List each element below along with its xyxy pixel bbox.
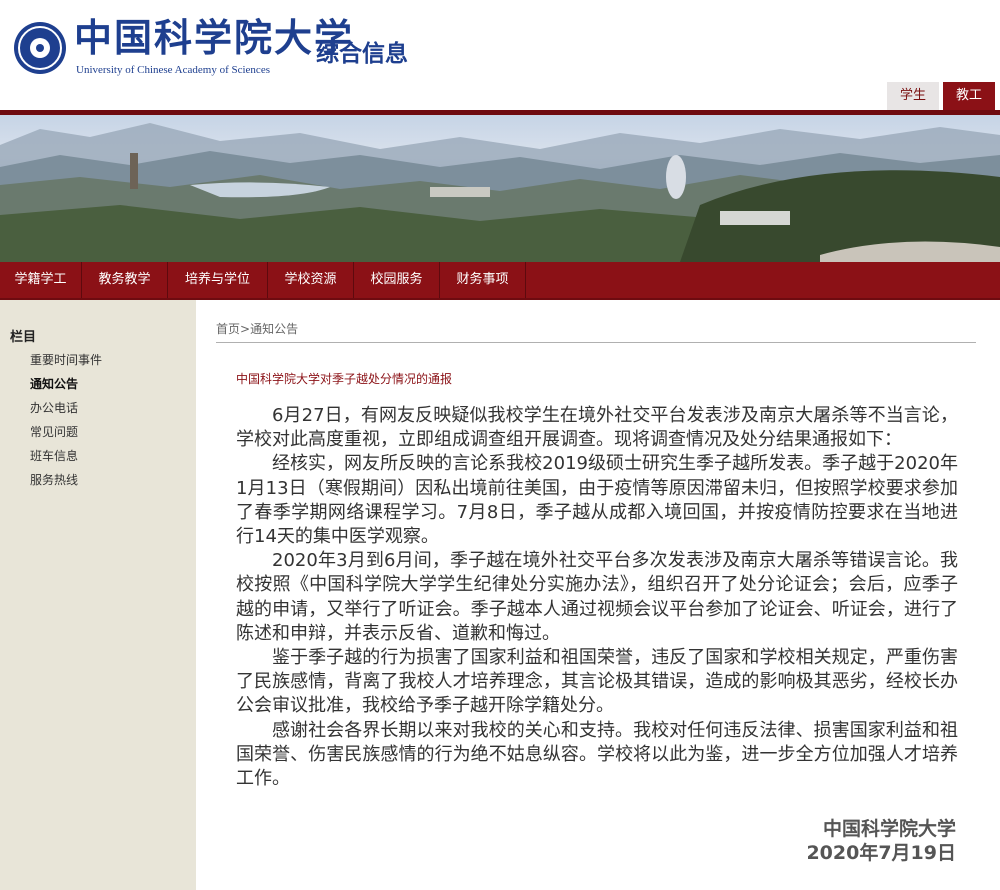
- signature-organization: 中国科学院大学: [822, 818, 956, 840]
- main-nav: 学籍学工 教务教学 培养与学位 学校资源 校园服务 财务事项: [0, 262, 1000, 300]
- article-paragraph: 6月27日，有网友反映疑似我校学生在境外社交平台发表涉及南京大屠杀等不当言论，学…: [236, 405, 958, 451]
- signature-date: 2020年7月19日: [806, 842, 956, 864]
- sidebar-item-service-hotline[interactable]: 服务热线: [30, 472, 102, 496]
- nav-item-campus-services[interactable]: 校园服务: [354, 262, 440, 298]
- article-title: 中国科学院大学对季子越处分情况的通报: [236, 372, 453, 386]
- sidebar-heading: 栏目: [10, 330, 37, 345]
- nav-item-school-resources[interactable]: 学校资源: [268, 262, 354, 298]
- university-name-logo[interactable]: 中国科学院大学: [74, 16, 354, 60]
- article-paragraph: 经核实，网友所反映的言论系我校2019级硕士研究生季子越所发表。季子越于2020…: [236, 453, 958, 548]
- article-paragraph: 感谢社会各界长期以来对我校的关心和支持。我校对任何违反法律、损害国家利益和祖国荣…: [236, 719, 958, 790]
- sidebar-item-faq[interactable]: 常见问题: [30, 424, 102, 448]
- role-tabs: 学生 教工: [887, 82, 995, 110]
- university-seal-logo[interactable]: [14, 22, 66, 74]
- article-paragraph: 鉴于季子越的行为损害了国家利益和祖国荣誉，违反了国家和学校相关规定，严重伤害了民…: [236, 647, 958, 717]
- breadcrumb-separator: >: [240, 322, 251, 336]
- seal-emblem: [30, 38, 50, 58]
- sidebar-menu: 重要时间事件 通知公告 办公电话 常见问题 班车信息 服务热线: [30, 352, 102, 496]
- sidebar-item-shuttle-bus[interactable]: 班车信息: [30, 448, 102, 472]
- campus-banner-image: [0, 115, 1000, 262]
- article-body: 6月27日，有网友反映疑似我校学生在境外社交平台发表涉及南京大屠杀等不当言论，学…: [236, 404, 958, 791]
- nav-item-finance[interactable]: 财务事项: [440, 262, 526, 298]
- nav-item-training-degree[interactable]: 培养与学位: [168, 262, 268, 298]
- article-paragraph: 2020年3月到6月间，季子越在境外社交平台多次发表涉及南京大屠杀等错误言论。我…: [236, 550, 958, 644]
- breadcrumb: 首页>通知公告: [216, 320, 298, 337]
- sidebar: 栏目 重要时间事件 通知公告 办公电话 常见问题 班车信息 服务热线: [0, 300, 196, 890]
- breadcrumb-current-link[interactable]: 通知公告: [250, 322, 298, 336]
- tab-staff[interactable]: 教工: [943, 82, 995, 110]
- nav-item-student-affairs[interactable]: 学籍学工: [0, 262, 82, 298]
- sidebar-item-important-events[interactable]: 重要时间事件: [30, 352, 102, 376]
- university-name-english: University of Chinese Academy of Science…: [76, 64, 270, 76]
- tab-student[interactable]: 学生: [887, 82, 939, 110]
- breadcrumb-home-link[interactable]: 首页: [216, 322, 240, 336]
- site-header: 中国科学院大学 University of Chinese Academy of…: [0, 0, 1000, 110]
- sidebar-item-office-phone[interactable]: 办公电话: [30, 400, 102, 424]
- breadcrumb-divider: [216, 342, 976, 343]
- site-title: 综合信息: [316, 41, 408, 67]
- nav-item-teaching[interactable]: 教务教学: [82, 262, 168, 298]
- sidebar-item-announcements[interactable]: 通知公告: [30, 376, 102, 400]
